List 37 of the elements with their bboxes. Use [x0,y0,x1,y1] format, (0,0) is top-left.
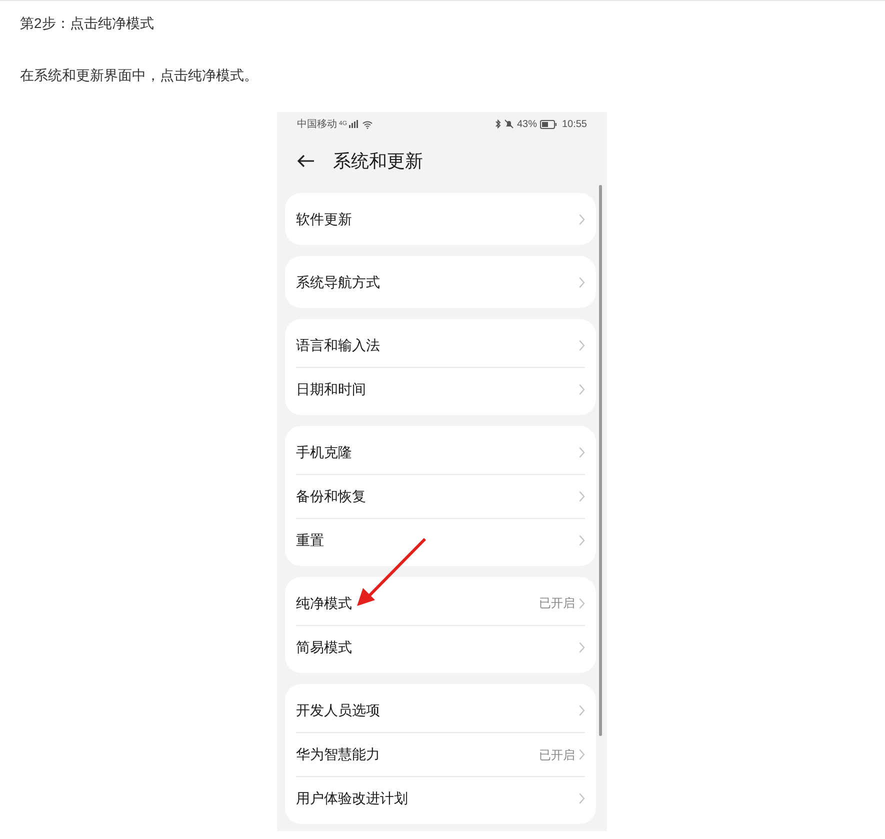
chevron-icon [579,446,585,458]
chevron-icon [579,491,585,502]
chevron-icon [579,384,585,395]
wifi-icon [362,120,374,128]
battery-icon [540,120,557,128]
chevron-icon [579,340,585,350]
settings-row[interactable]: 开发人员选项 [296,688,585,732]
step-heading: 第2步：点击纯净模式 [20,14,154,33]
battery-percentage: 43% [516,118,537,132]
muted-bell-icon [504,119,514,129]
settings-row[interactable]: 纯净模式 已开启 [296,581,585,625]
chevron-icon [579,704,585,716]
chevron-icon [579,535,585,546]
settings-row[interactable]: 手机克隆 [296,430,585,474]
settings-row[interactable]: 华为智慧能力 已开启 [296,732,585,776]
chevron-icon [579,793,585,804]
annotation-arrow [356,536,428,608]
chevron-icon [579,642,585,653]
bluetooth-icon [494,119,501,129]
signal-icon [349,120,358,128]
instruction-text: 在系统和更新界面中，点击纯净模式。 [20,66,258,85]
settings-row[interactable]: 简易模式 [296,625,585,669]
settings-row[interactable]: 备份和恢复 [296,474,585,518]
chevron-icon [579,214,585,224]
settings-row[interactable]: 日期和时间 [296,367,585,411]
settings-row[interactable]: 软件更新 [296,197,585,241]
back-arrow-icon[interactable] [297,154,315,168]
settings-row[interactable]: 系统导航方式 [296,260,585,304]
chevron-icon [579,276,585,288]
chevron-icon [579,598,585,608]
settings-row[interactable]: 重置 [296,518,585,562]
screen-title: 系统和更新 [333,150,423,172]
carrier-name: 中国移动 [297,118,337,132]
clock-time: 10:55 [562,118,587,132]
settings-row[interactable]: 语言和输入法 [296,323,585,367]
settings-row[interactable]: 用户体验改进计划 [296,776,585,820]
chevron-icon [579,749,585,760]
